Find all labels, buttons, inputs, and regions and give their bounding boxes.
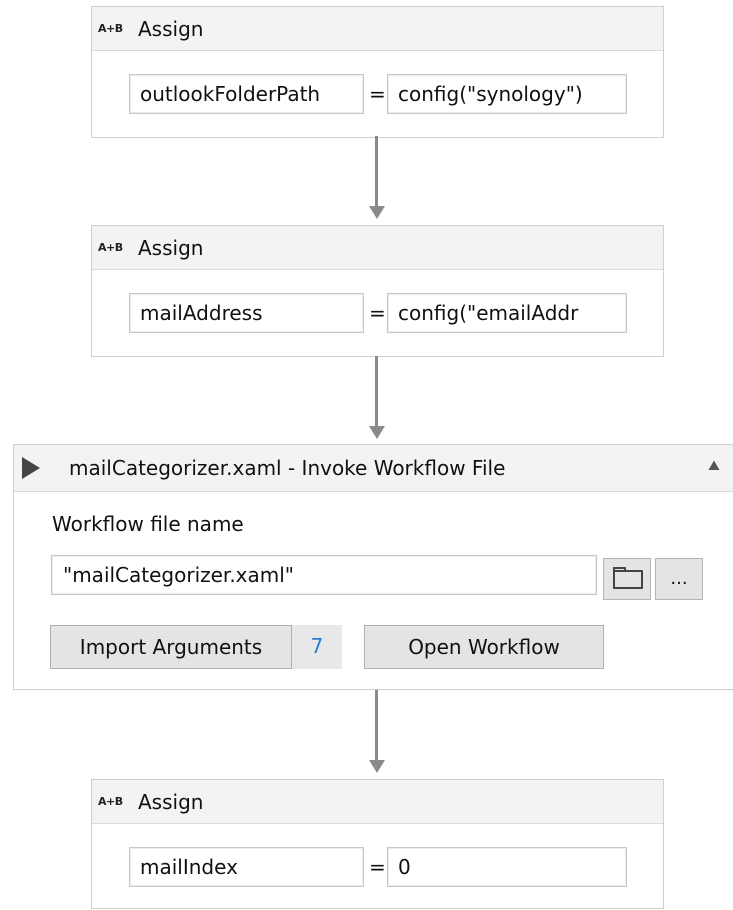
connector-line xyxy=(375,690,378,760)
workflow-file-input[interactable]: "mailCategorizer.xaml" xyxy=(51,555,597,595)
more-options-button[interactable]: ... xyxy=(655,558,703,600)
invoke-title: mailCategorizer.xaml - Invoke Workflow F… xyxy=(69,456,506,480)
assign-icon: A+B xyxy=(98,795,123,808)
assign-to-field[interactable]: outlookFolderPath xyxy=(129,74,364,114)
browse-folder-button[interactable] xyxy=(603,558,651,600)
equals-sign: = xyxy=(369,855,386,879)
argument-count-badge: 7 xyxy=(292,625,342,669)
assign-body: mailIndex = 0 xyxy=(92,824,663,910)
assign-value-field[interactable]: config("synology") xyxy=(387,74,627,114)
workflow-file-label: Workflow file name xyxy=(52,512,244,536)
folder-icon-body xyxy=(613,570,643,589)
assign-header[interactable]: A+B Assign xyxy=(92,780,663,824)
open-workflow-button[interactable]: Open Workflow xyxy=(364,625,604,669)
assign-icon: A+B xyxy=(98,22,123,35)
assign-title: Assign xyxy=(138,235,204,260)
assign-to-field[interactable]: mailIndex xyxy=(129,847,364,887)
play-icon[interactable] xyxy=(22,457,40,479)
assign-activity-3[interactable]: A+B Assign mailIndex = 0 xyxy=(91,779,664,909)
connector-arrow-icon xyxy=(369,760,385,773)
assign-activity-1[interactable]: A+B Assign outlookFolderPath = config("s… xyxy=(91,6,664,138)
invoke-workflow-activity[interactable]: mailCategorizer.xaml - Invoke Workflow F… xyxy=(13,444,733,690)
import-arguments-button[interactable]: Import Arguments xyxy=(50,625,292,669)
invoke-header[interactable]: mailCategorizer.xaml - Invoke Workflow F… xyxy=(14,445,733,492)
assign-header[interactable]: A+B Assign xyxy=(92,7,663,51)
connector-arrow-icon xyxy=(369,426,385,439)
connector-line xyxy=(375,136,378,206)
equals-sign: = xyxy=(369,301,386,325)
equals-sign: = xyxy=(369,82,386,106)
assign-header[interactable]: A+B Assign xyxy=(92,226,663,270)
connector-line xyxy=(375,356,378,426)
connector-arrow-icon xyxy=(369,206,385,219)
assign-body: mailAddress = config("emailAddr xyxy=(92,270,663,356)
collapse-up-icon[interactable]: ⯅ xyxy=(706,454,722,478)
assign-title: Assign xyxy=(138,789,204,814)
assign-activity-2[interactable]: A+B Assign mailAddress = config("emailAd… xyxy=(91,225,664,357)
assign-body: outlookFolderPath = config("synology") xyxy=(92,51,663,137)
assign-to-field[interactable]: mailAddress xyxy=(129,293,364,333)
assign-value-field[interactable]: 0 xyxy=(387,847,627,887)
assign-title: Assign xyxy=(138,16,204,41)
assign-value-field[interactable]: config("emailAddr xyxy=(387,293,627,333)
assign-icon: A+B xyxy=(98,241,123,254)
